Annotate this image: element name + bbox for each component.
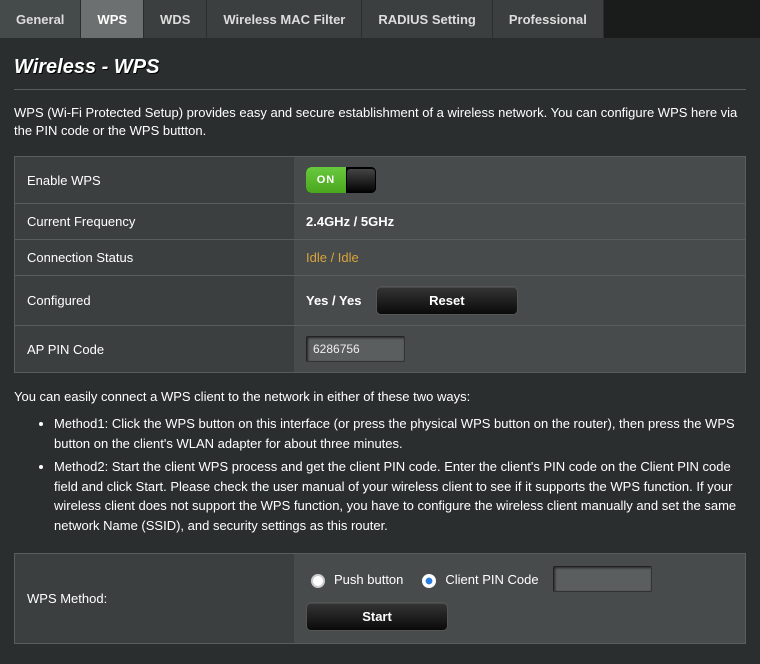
value-connection-status: Idle / Idle bbox=[306, 250, 359, 265]
client-pin-radio[interactable] bbox=[422, 574, 436, 588]
label-ap-pin-code: AP PIN Code bbox=[15, 326, 295, 373]
tab-wireless-mac-filter[interactable]: Wireless MAC Filter bbox=[207, 0, 362, 38]
content-area: Wireless - WPS WPS (Wi-Fi Protected Setu… bbox=[0, 38, 760, 664]
wps-method-table: WPS Method: Push button Client PIN Code … bbox=[14, 553, 746, 644]
push-button-label: Push button bbox=[334, 572, 403, 587]
client-pin-label: Client PIN Code bbox=[445, 572, 538, 587]
tab-bar: General WPS WDS Wireless MAC Filter RADI… bbox=[0, 0, 760, 38]
row-wps-method: WPS Method: Push button Client PIN Code … bbox=[15, 554, 746, 644]
row-enable-wps: Enable WPS ON bbox=[15, 157, 746, 204]
label-current-frequency: Current Frequency bbox=[15, 204, 295, 240]
tab-radius-setting[interactable]: RADIUS Setting bbox=[362, 0, 493, 38]
label-configured: Configured bbox=[15, 276, 295, 326]
reset-button[interactable]: Reset bbox=[376, 286, 518, 315]
wps-method-options: Push button Client PIN Code bbox=[306, 566, 733, 592]
page-title: Wireless - WPS bbox=[14, 56, 746, 79]
label-wps-method: WPS Method: bbox=[15, 554, 295, 644]
push-button-option[interactable]: Push button bbox=[306, 571, 403, 588]
settings-table: Enable WPS ON Current Frequency 2.4GHz /… bbox=[14, 156, 746, 373]
toggle-on-label: ON bbox=[306, 167, 346, 193]
tab-wds[interactable]: WDS bbox=[144, 0, 207, 38]
method-2: Method2: Start the client WPS process an… bbox=[54, 457, 746, 535]
enable-wps-toggle[interactable]: ON bbox=[306, 167, 376, 193]
value-configured: Yes / Yes bbox=[306, 293, 361, 308]
row-connection-status: Connection Status Idle / Idle bbox=[15, 240, 746, 276]
tab-professional[interactable]: Professional bbox=[493, 0, 604, 38]
value-current-frequency: 2.4GHz / 5GHz bbox=[294, 204, 746, 240]
push-button-radio[interactable] bbox=[311, 574, 325, 588]
label-enable-wps: Enable WPS bbox=[15, 157, 295, 204]
row-current-frequency: Current Frequency 2.4GHz / 5GHz bbox=[15, 204, 746, 240]
methods-list: Method1: Click the WPS button on this in… bbox=[14, 414, 746, 535]
page-description: WPS (Wi-Fi Protected Setup) provides eas… bbox=[14, 104, 746, 140]
label-connection-status: Connection Status bbox=[15, 240, 295, 276]
client-pin-option[interactable]: Client PIN Code bbox=[417, 571, 538, 588]
method-1: Method1: Click the WPS button on this in… bbox=[54, 414, 746, 453]
row-ap-pin-code: AP PIN Code bbox=[15, 326, 746, 373]
help-intro: You can easily connect a WPS client to t… bbox=[14, 389, 746, 404]
row-configured: Configured Yes / Yes Reset bbox=[15, 276, 746, 326]
title-divider bbox=[14, 89, 746, 90]
tab-wps[interactable]: WPS bbox=[81, 0, 144, 38]
tab-general[interactable]: General bbox=[0, 0, 81, 38]
client-pin-input[interactable] bbox=[553, 566, 652, 592]
toggle-knob bbox=[346, 168, 376, 193]
start-button[interactable]: Start bbox=[306, 602, 448, 631]
ap-pin-code-input[interactable] bbox=[306, 336, 405, 362]
